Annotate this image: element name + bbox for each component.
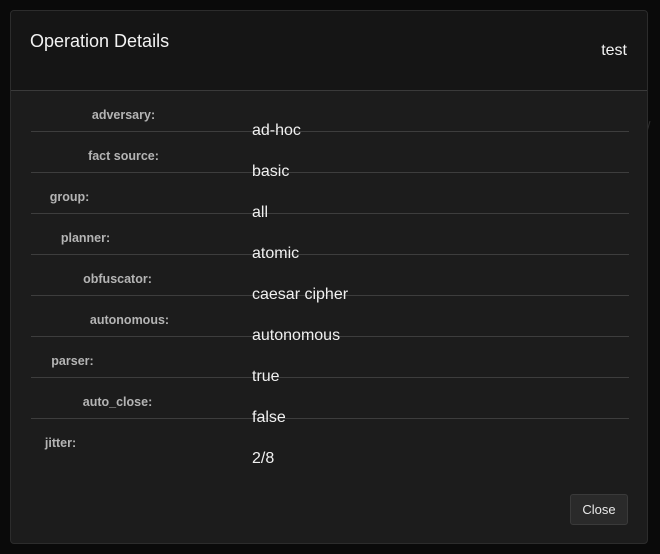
detail-label: jitter: [44, 436, 77, 450]
detail-label: auto_close: [82, 395, 153, 409]
detail-row-group: group: all [31, 173, 629, 221]
detail-row-auto-close: auto_close: false [31, 378, 629, 426]
detail-label: parser: [51, 354, 94, 368]
detail-row-obfuscator: obfuscator: caesar cipher [31, 255, 629, 303]
detail-row-parser: parser: true [31, 337, 629, 385]
detail-row-autonomous: autonomous: autonomous [31, 296, 629, 344]
detail-value: 2/8 [252, 450, 275, 467]
detail-row-planner: planner: atomic [31, 214, 629, 262]
modal-title: Operation Details [30, 31, 170, 51]
detail-label: fact source: [88, 149, 159, 163]
close-button[interactable]: Close [570, 494, 628, 525]
detail-label: obfuscator: [83, 272, 152, 286]
modal-header: Operation Details test [11, 11, 647, 91]
detail-row-jitter: jitter: 2/8 [31, 419, 629, 467]
modal-body: adversary: ad-hoc fact source: basic gro… [11, 91, 647, 491]
detail-row-adversary: adversary: ad-hoc [31, 91, 629, 139]
detail-label: planner: [60, 231, 111, 245]
detail-label: adversary: [91, 108, 156, 122]
detail-label: group: [49, 190, 90, 204]
operation-details-modal: Operation Details test adversary: ad-hoc… [10, 10, 648, 544]
detail-label: autonomous: [89, 313, 170, 327]
operation-name: test [601, 42, 627, 59]
detail-row-fact-source: fact source: basic [31, 132, 629, 180]
